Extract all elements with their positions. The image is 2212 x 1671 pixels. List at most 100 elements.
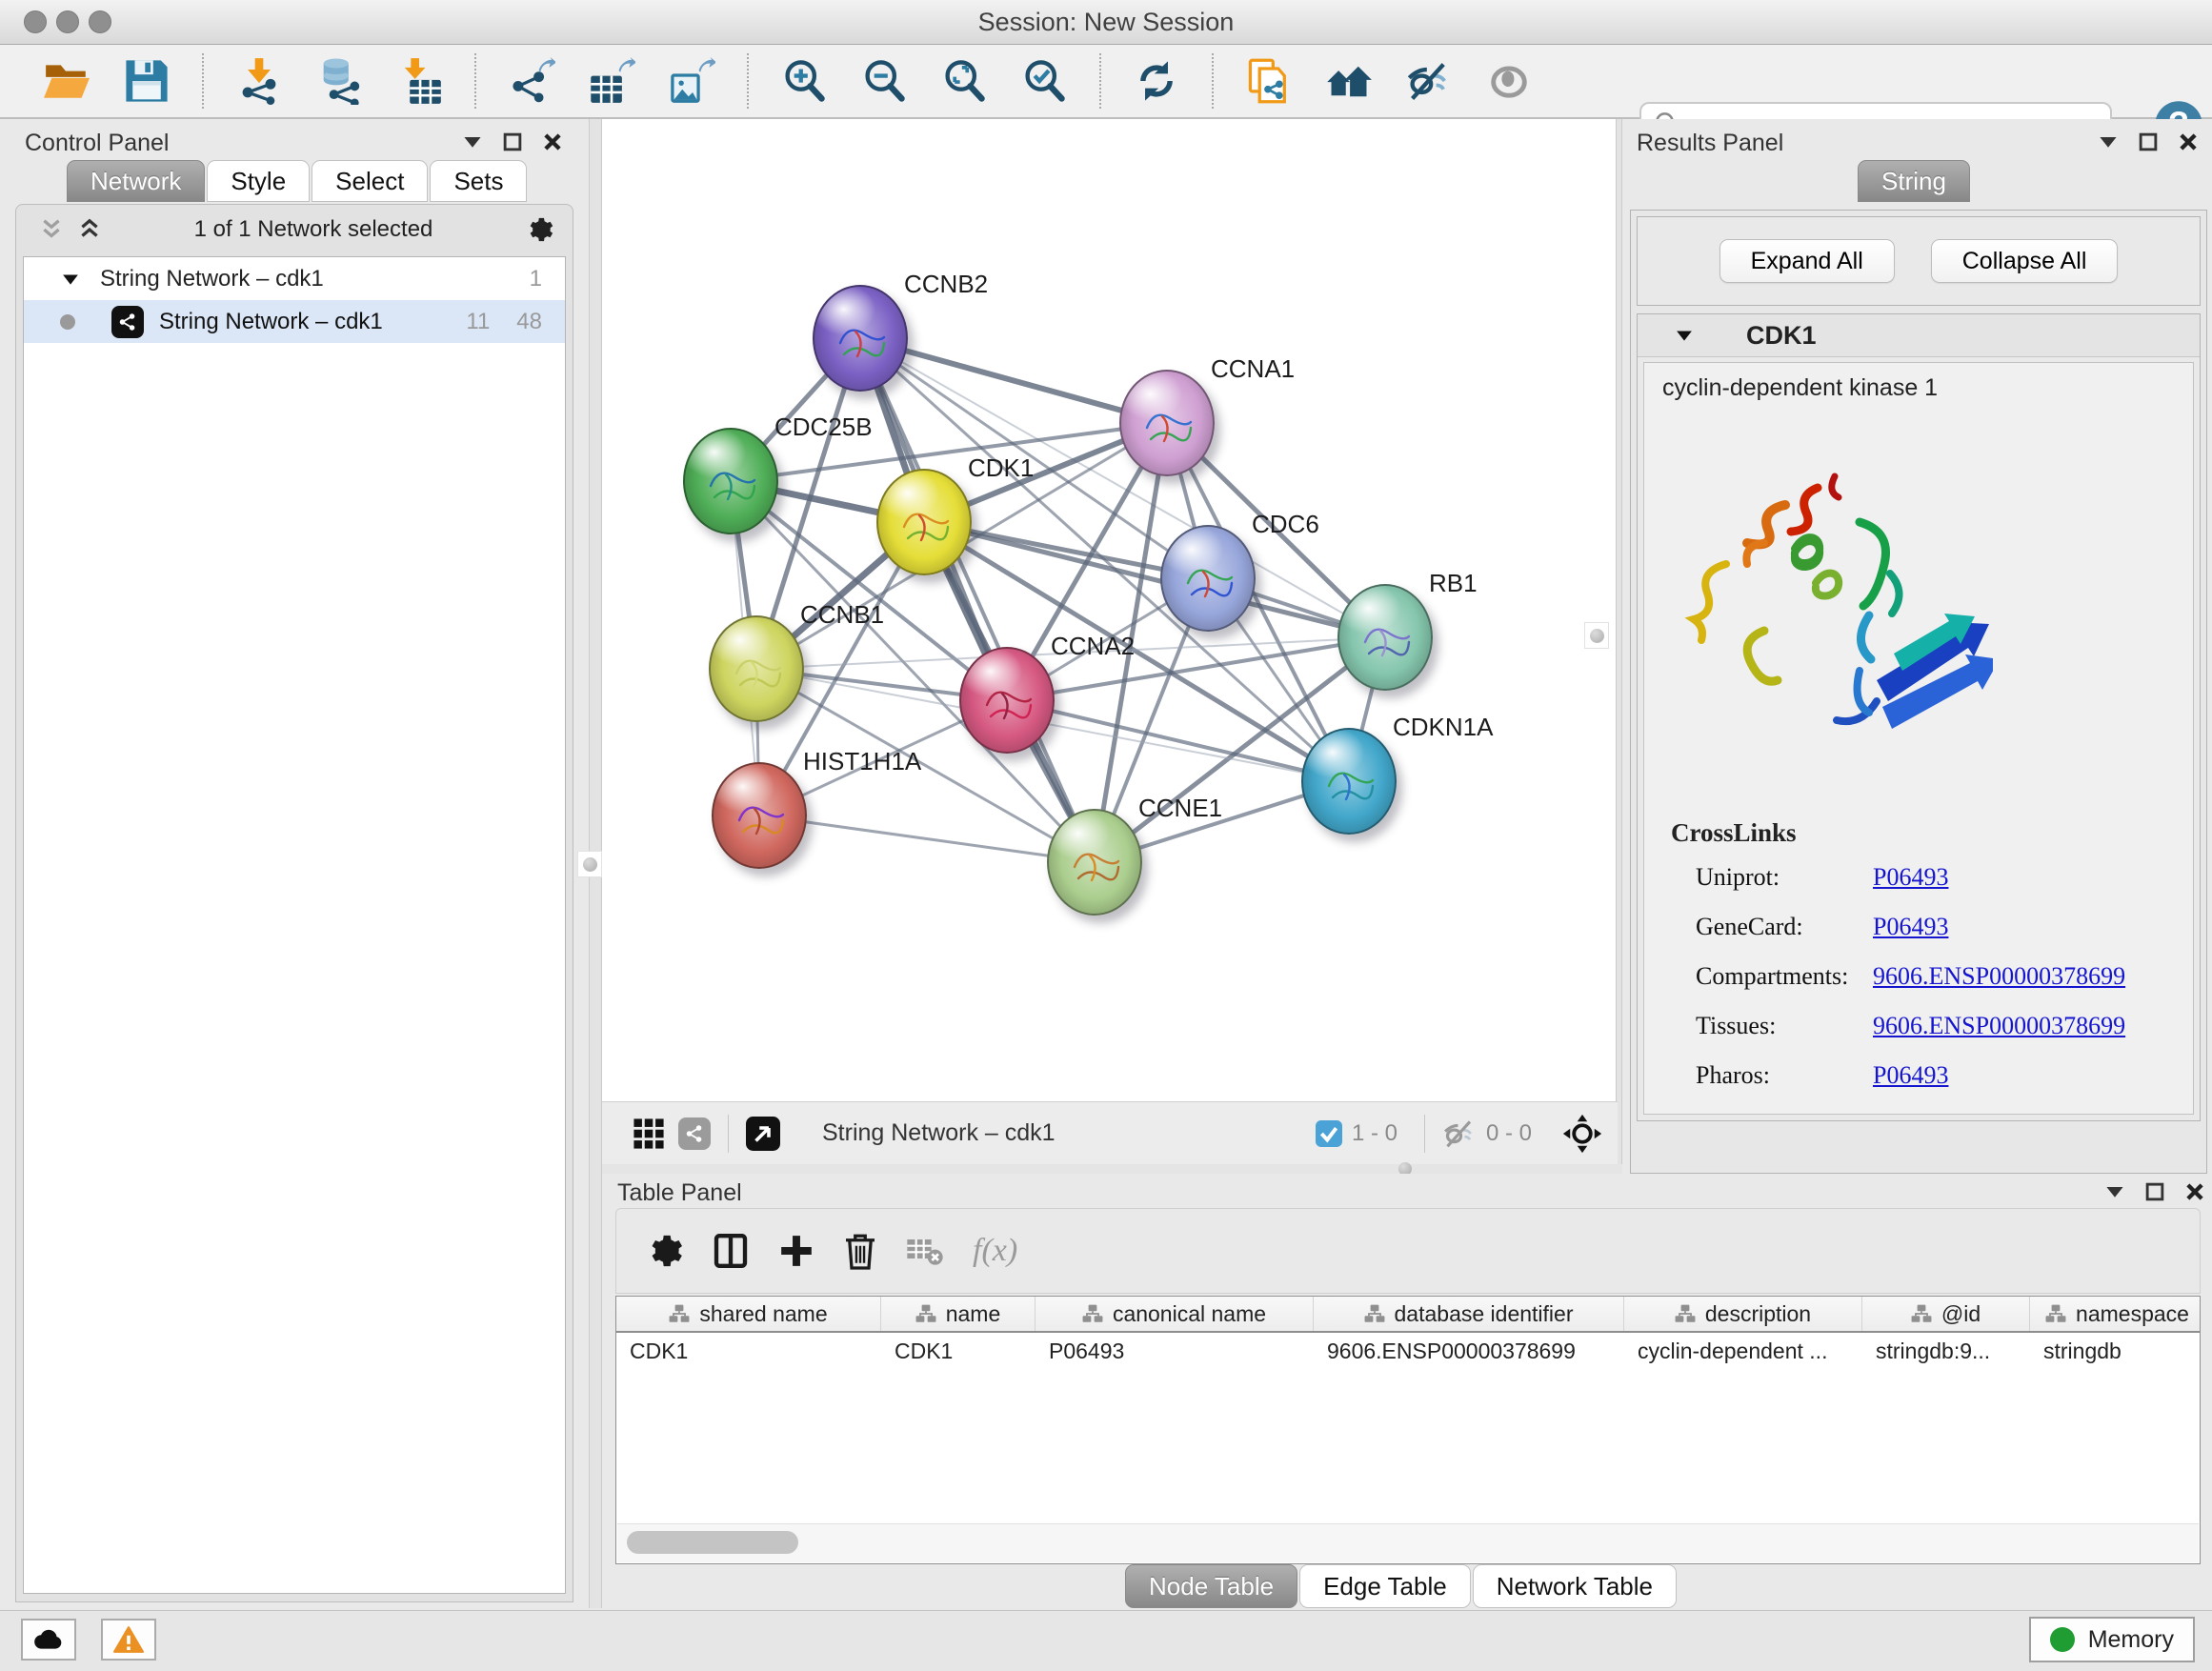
netbar-separator2 <box>1424 1115 1425 1153</box>
column-header-description[interactable]: description <box>1624 1297 1862 1331</box>
birds-eye-view-icon[interactable] <box>746 1117 780 1151</box>
zoom-out-icon[interactable] <box>856 53 912 109</box>
crosslink-value-link[interactable]: 9606.ENSP00000378699 <box>1873 952 2125 1001</box>
zoom-in-icon[interactable] <box>776 53 832 109</box>
control-panel-menu-caret-icon[interactable] <box>463 132 482 151</box>
column-header-database-identifier[interactable]: database identifier <box>1314 1297 1624 1331</box>
crosslink-value-link[interactable]: 9606.ENSP00000378699 <box>1873 1001 2125 1051</box>
crosslink-value-link[interactable]: P06493 <box>1873 902 1948 952</box>
show-columns-icon[interactable] <box>712 1232 750 1270</box>
network-node-cdc6[interactable] <box>1160 525 1256 632</box>
results-panel-float-icon[interactable] <box>2139 132 2158 151</box>
protein-thumbnail <box>975 669 1042 735</box>
tab-style[interactable]: Style <box>207 160 310 202</box>
table-type-tabs: Node TableEdge TableNetwork Table <box>1125 1564 1679 1608</box>
collapse-all-button[interactable]: Collapse All <box>1931 239 2119 283</box>
network-node-ccna1[interactable] <box>1119 370 1215 476</box>
column-header-shared-name[interactable]: shared name <box>616 1297 881 1331</box>
open-session-icon[interactable] <box>39 53 94 109</box>
network-view-type-icon[interactable] <box>678 1117 711 1150</box>
add-column-icon[interactable] <box>778 1233 814 1269</box>
fit-content-crosshair-icon[interactable] <box>1562 1114 1602 1154</box>
import-network-from-database-icon[interactable] <box>312 53 367 109</box>
table-options-gear-icon[interactable] <box>645 1232 683 1270</box>
crosslink-value-link[interactable]: P06493 <box>1873 1051 1948 1100</box>
crosslink-row: Uniprot:P06493 <box>1696 853 2125 902</box>
table-hscrollbar[interactable] <box>617 1523 2199 1562</box>
export-image-icon[interactable] <box>664 53 719 109</box>
node-table: shared namenamecanonical namedatabase id… <box>615 1296 2201 1564</box>
duplicate-network-icon[interactable] <box>1241 53 1297 109</box>
gene-collapse-caret-icon[interactable] <box>1676 329 1693 342</box>
network-options-gear-icon[interactable] <box>525 215 553 244</box>
zoom-fit-icon[interactable] <box>936 53 992 109</box>
save-session-icon[interactable] <box>119 53 174 109</box>
table-panel: Table Panel f(x) shared namenamecanonica… <box>602 1174 2212 1608</box>
export-table-icon[interactable] <box>584 53 639 109</box>
delete-column-icon[interactable] <box>843 1232 877 1270</box>
network-edges[interactable] <box>602 119 1618 1101</box>
table-panel-close-icon[interactable] <box>2185 1182 2204 1201</box>
tab-network[interactable]: Network <box>67 160 205 202</box>
column-header-canonical-name[interactable]: canonical name <box>1036 1297 1314 1331</box>
hide-selected-icon[interactable] <box>1401 53 1457 109</box>
column-header-name[interactable]: name <box>881 1297 1036 1331</box>
tab-node-table[interactable]: Node Table <box>1125 1564 1297 1608</box>
left-splitter-handle[interactable] <box>577 851 602 877</box>
column-header-label: description <box>1705 1301 1811 1327</box>
tab-string[interactable]: String <box>1858 160 1970 202</box>
results-panel-close-icon[interactable] <box>2179 132 2198 151</box>
network-canvas[interactable]: CCNB2CCNA1CDC25BCDK1CDC6RB1CCNB1CCNA2CDK… <box>602 119 1618 1101</box>
memory-button[interactable]: Memory <box>2029 1617 2195 1662</box>
network-node-hist1h1a[interactable] <box>712 762 807 869</box>
warning-button[interactable] <box>101 1619 156 1661</box>
selected-checkbox-icon[interactable] <box>1316 1120 1342 1147</box>
right-splitter[interactable] <box>1616 119 1622 1174</box>
crosslink-value-link[interactable]: P06493 <box>1873 853 1948 902</box>
expand-all-button[interactable]: Expand All <box>1719 239 1895 283</box>
expand-all-chevrons-icon[interactable] <box>39 217 64 242</box>
tab-network-table[interactable]: Network Table <box>1473 1564 1677 1608</box>
crosslink-label: GeneCard: <box>1696 902 1873 952</box>
string-home-icon[interactable] <box>1321 53 1377 109</box>
network-row[interactable]: String Network – cdk1 11 48 <box>24 300 565 343</box>
import-table-icon[interactable] <box>392 53 447 109</box>
results-panel-menu-caret-icon[interactable] <box>2099 132 2118 151</box>
tab-edge-table[interactable]: Edge Table <box>1299 1564 1471 1608</box>
network-node-ccnb1[interactable] <box>709 615 804 722</box>
right-splitter-handle[interactable] <box>1584 622 1609 649</box>
table-hscrollbar-thumb[interactable] <box>627 1531 798 1554</box>
collapse-all-chevrons-icon[interactable] <box>77 217 102 242</box>
network-node-ccna2[interactable] <box>959 647 1055 754</box>
node-label-cdkn1a: CDKN1A <box>1393 713 1493 742</box>
network-node-cdk1[interactable] <box>876 469 972 575</box>
zoom-selected-icon[interactable] <box>1016 53 1072 109</box>
network-node-cdkn1a[interactable] <box>1301 728 1397 835</box>
table-cell: P06493 <box>1036 1339 1314 1364</box>
show-all-icon[interactable] <box>1481 53 1537 109</box>
control-panel-float-icon[interactable] <box>503 132 522 151</box>
network-node-rb1[interactable] <box>1337 584 1433 691</box>
grid-mode-icon[interactable] <box>633 1117 665 1150</box>
export-network-icon[interactable] <box>504 53 559 109</box>
gene-section-header[interactable]: CDK1 <box>1638 314 2200 357</box>
tab-sets[interactable]: Sets <box>430 160 527 202</box>
table-panel-float-icon[interactable] <box>2145 1182 2164 1201</box>
column-header-namespace[interactable]: namespace <box>2030 1297 2201 1331</box>
network-selection-status: 1 of 1 Network selected <box>102 216 525 243</box>
network-collection-row[interactable]: String Network – cdk1 1 <box>24 257 565 300</box>
refresh-layout-icon[interactable] <box>1129 53 1184 109</box>
cloud-button[interactable] <box>21 1619 76 1661</box>
collection-expand-caret-icon[interactable] <box>62 272 79 286</box>
table-panel-menu-caret-icon[interactable] <box>2105 1182 2124 1201</box>
toolbar-separator <box>202 53 204 109</box>
import-network-icon[interactable] <box>231 53 287 109</box>
network-node-cdc25b[interactable] <box>683 428 778 534</box>
control-panel-close-icon[interactable] <box>543 132 562 151</box>
network-node-ccne1[interactable] <box>1047 809 1142 916</box>
tab-select[interactable]: Select <box>312 160 428 202</box>
column-header-@id[interactable]: @id <box>1862 1297 2030 1331</box>
network-node-ccnb2[interactable] <box>813 285 908 392</box>
table-row[interactable]: CDK1CDK1P064939606.ENSP00000378699cyclin… <box>616 1333 2200 1369</box>
hidden-eye-slash-icon[interactable] <box>1442 1117 1477 1151</box>
